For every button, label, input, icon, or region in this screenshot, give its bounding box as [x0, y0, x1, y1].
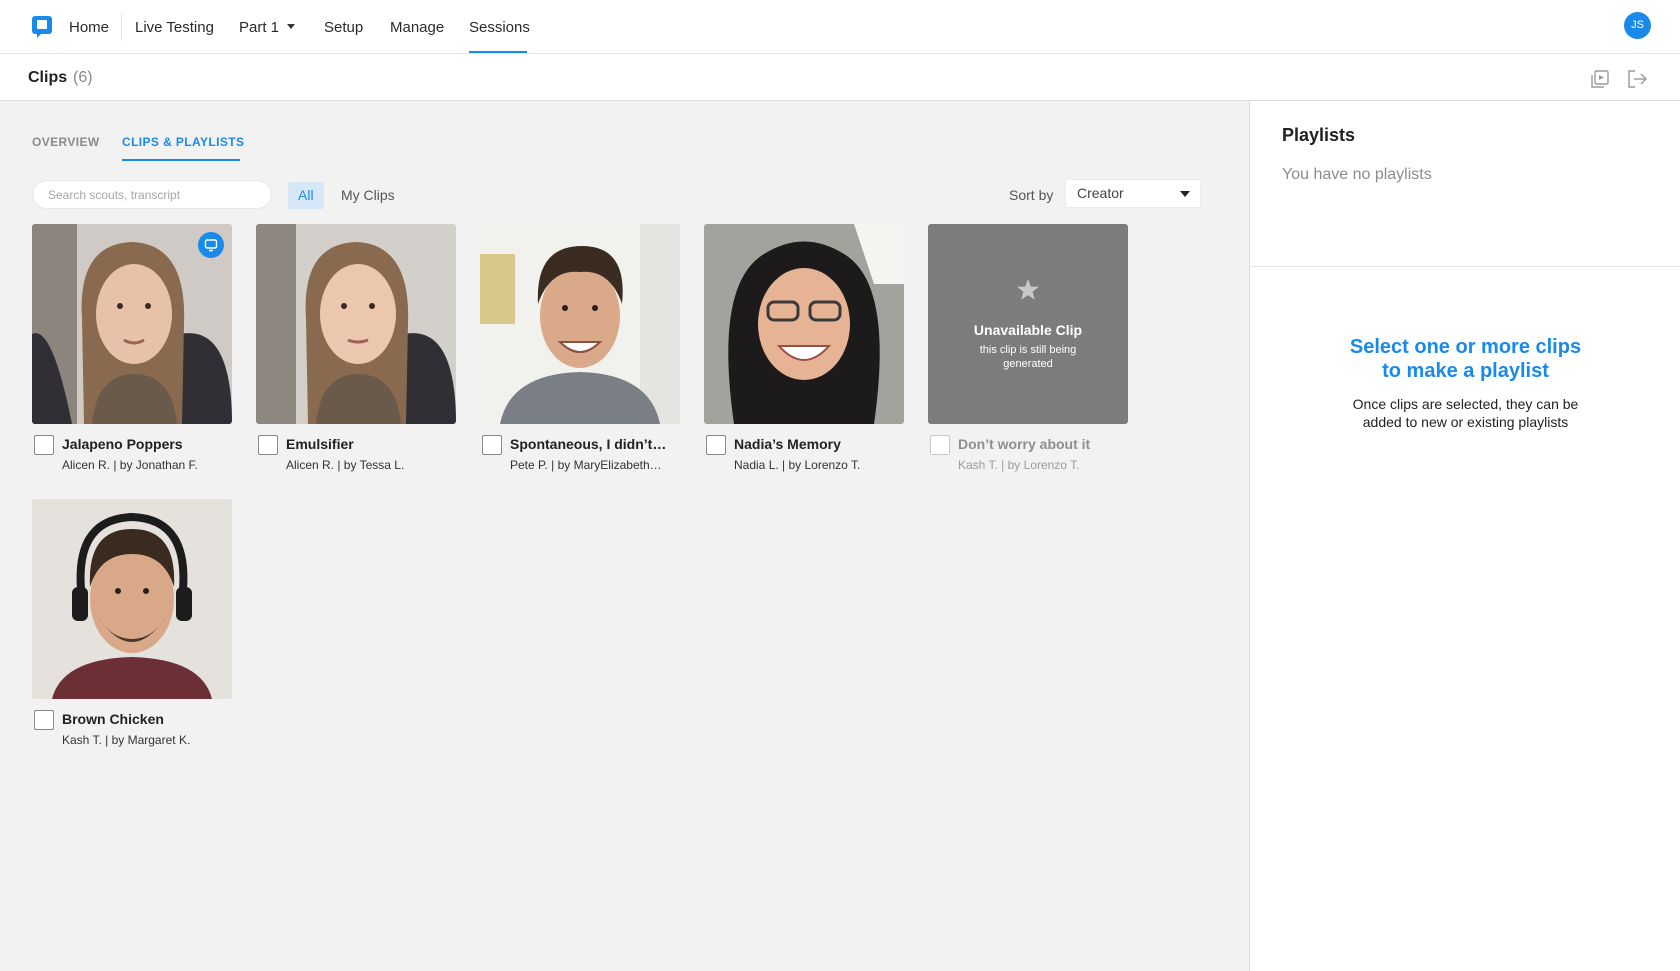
- clip-checkbox[interactable]: [706, 435, 726, 455]
- chevron-down-icon: [287, 24, 296, 29]
- playlist-help-text: Once clips are selected, they can be add…: [1311, 395, 1620, 431]
- clip-meta: Alicen R. | by Tessa L.: [286, 458, 405, 472]
- nav-active-indicator: [469, 51, 527, 53]
- nav-home[interactable]: Home: [69, 19, 109, 37]
- star-icon: [1017, 279, 1039, 300]
- sort-select[interactable]: Creator: [1065, 179, 1201, 208]
- playlists-empty-text: You have no playlists: [1282, 166, 1432, 183]
- share-exit-icon[interactable]: [1626, 68, 1648, 90]
- clip-thumbnail[interactable]: [32, 499, 232, 699]
- playlist-icon[interactable]: [1589, 68, 1611, 90]
- divider: [1251, 266, 1680, 267]
- clips-main-area: OVERVIEW CLIPS & PLAYLISTS All My Clips …: [0, 101, 1250, 971]
- nav-sessions[interactable]: Sessions: [469, 19, 530, 37]
- clip-thumbnail[interactable]: [256, 224, 456, 424]
- help-line-2: added to new or existing playlists: [1362, 414, 1569, 430]
- clip-checkbox[interactable]: [482, 435, 502, 455]
- tab-overview[interactable]: OVERVIEW: [32, 135, 100, 149]
- help-line-1: Once clips are selected, they can be: [1352, 396, 1579, 412]
- playlists-title: Playlists: [1282, 125, 1356, 145]
- page-title: Clips: [28, 69, 68, 86]
- unavailable-text: this clip is still being generated: [979, 344, 1077, 370]
- clip-count: (6): [73, 69, 93, 86]
- clip-card: Emulsifier Alicen R. | by Tessa L.: [256, 224, 456, 472]
- prompt-line-2: to make a playlist: [1382, 360, 1549, 382]
- clip-checkbox[interactable]: [930, 435, 950, 455]
- tab-clips-playlists[interactable]: CLIPS & PLAYLISTS: [122, 135, 244, 149]
- unavailable-clip-placeholder: Unavailable Clip this clip is still bein…: [928, 224, 1128, 424]
- clip-thumbnail[interactable]: [704, 224, 904, 424]
- person-photo-icon: [480, 224, 680, 424]
- clip-card: Spontaneous, I didn’t… Pete P. | by Mary…: [480, 224, 680, 472]
- clip-checkbox[interactable]: [258, 435, 278, 455]
- top-nav: Home Live Testing Part 1 Setup Manage Se…: [0, 0, 1680, 54]
- playlists-panel: Playlists You have no playlists Select o…: [1251, 101, 1680, 971]
- clip-meta: Kash T. | by Margaret K.: [62, 733, 191, 747]
- clip-meta: Alicen R. | by Jonathan F.: [62, 458, 198, 472]
- clip-title[interactable]: Emulsifier: [286, 436, 454, 452]
- clip-card: Jalapeno Poppers Alicen R. | by Jonathan…: [32, 224, 232, 472]
- prompt-line-1: Select one or more clips: [1349, 336, 1582, 358]
- clip-title[interactable]: Nadia’s Memory: [734, 436, 902, 452]
- clip-title[interactable]: Brown Chicken: [62, 711, 230, 727]
- chat-bubble-logo-icon[interactable]: [32, 16, 52, 38]
- page-header: Clips (6): [0, 54, 1680, 101]
- search-input[interactable]: [32, 180, 272, 209]
- make-playlist-prompt: Select one or more clips to make a playl…: [1291, 335, 1640, 383]
- clip-thumbnail[interactable]: [480, 224, 680, 424]
- nav-study-label: Part 1: [239, 19, 280, 36]
- person-photo-icon: [704, 224, 904, 424]
- clip-title[interactable]: Spontaneous, I didn’t…: [510, 436, 678, 452]
- unavailable-title: Unavailable Clip: [973, 322, 1083, 338]
- filter-my-clips[interactable]: My Clips: [331, 182, 405, 209]
- nav-divider: [121, 13, 122, 41]
- clip-card: Brown Chicken Kash T. | by Margaret K.: [32, 499, 232, 747]
- nav-setup[interactable]: Setup: [324, 19, 363, 37]
- tab-active-indicator: [122, 159, 240, 161]
- clip-meta: Pete P. | by MaryElizabeth…: [510, 458, 662, 472]
- clip-card: Nadia’s Memory Nadia L. | by Lorenzo T.: [704, 224, 904, 472]
- person-photo-icon: [256, 224, 456, 424]
- filter-all[interactable]: All: [288, 182, 324, 209]
- nav-manage[interactable]: Manage: [390, 19, 444, 37]
- clip-checkbox[interactable]: [34, 435, 54, 455]
- avatar[interactable]: JS: [1624, 12, 1651, 39]
- screen-share-icon: [198, 232, 224, 258]
- sort-value: Creator: [1077, 185, 1124, 201]
- clip-thumbnail: Unavailable Clip this clip is still bein…: [928, 224, 1128, 424]
- nav-live-testing[interactable]: Live Testing: [135, 19, 214, 37]
- person-photo-icon: [32, 499, 232, 699]
- chevron-down-icon: [1180, 191, 1190, 197]
- clip-title[interactable]: Jalapeno Poppers: [62, 436, 230, 452]
- clip-checkbox[interactable]: [34, 710, 54, 730]
- clip-meta: Nadia L. | by Lorenzo T.: [734, 458, 861, 472]
- clip-thumbnail[interactable]: [32, 224, 232, 424]
- sort-label: Sort by: [1009, 187, 1054, 203]
- clip-card: Unavailable Clip this clip is still bein…: [928, 224, 1128, 472]
- clip-meta: Kash T. | by Lorenzo T.: [958, 458, 1080, 472]
- nav-study-dropdown[interactable]: Part 1: [239, 19, 296, 37]
- clip-title[interactable]: Don’t worry about it: [958, 436, 1126, 452]
